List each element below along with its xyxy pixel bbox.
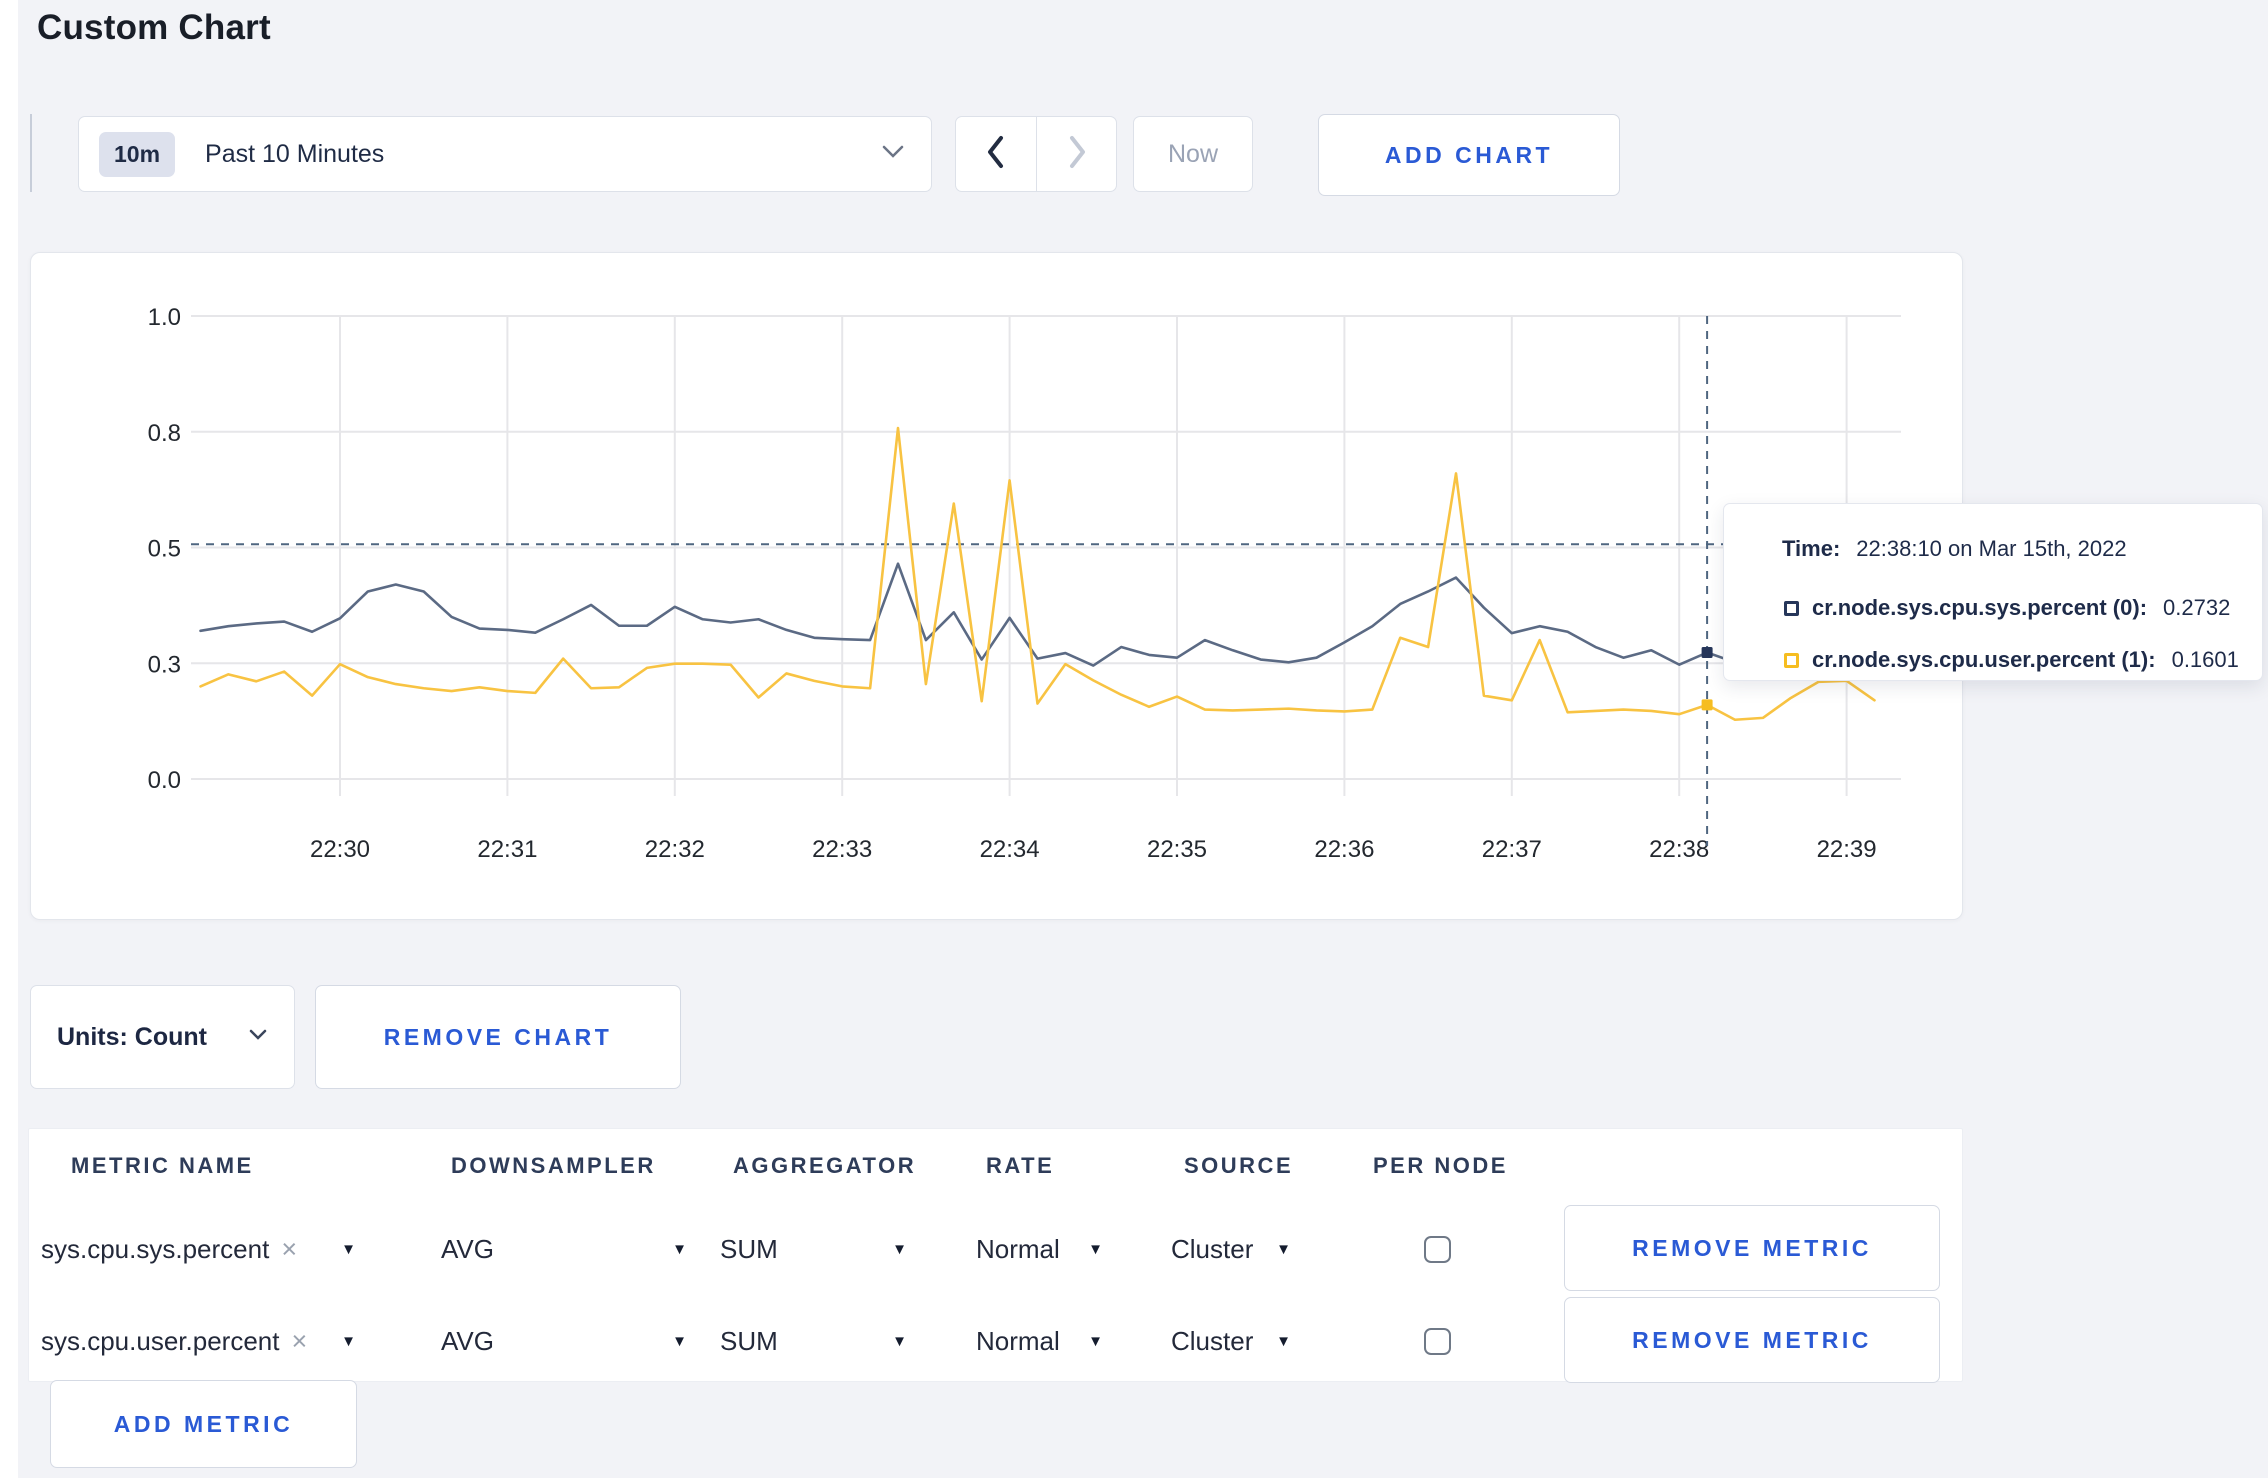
caret-down-icon: ▼ [341,1332,356,1350]
time-range-select[interactable]: 10m Past 10 Minutes [78,116,932,192]
remove-metric-button[interactable]: REMOVE METRIC [1564,1297,1940,1383]
chevron-right-icon [1065,134,1089,175]
now-button[interactable]: Now [1133,116,1253,192]
downsampler-select[interactable]: AVG ▼ [441,1205,687,1293]
time-pager [955,116,1117,192]
chart-card: 0.0 0.3 0.5 0.8 1.0 22:30 22:31 22:32 22:33 22:34… [30,252,1963,920]
units-label: Units: Count [57,1022,207,1051]
remove-chart-button[interactable]: REMOVE CHART [315,985,681,1089]
aggregator-value: SUM [720,1233,778,1264]
x-axis-tick-label: 22:33 [812,836,872,863]
metric-row: sys.cpu.user.percent × ▼ AVG ▼ SUM ▼ Nor… [29,1297,1962,1385]
series-line [199,562,1876,667]
rate-value: Normal [976,1233,1060,1264]
timeseries-chart[interactable]: 0.0 0.3 0.5 0.8 1.0 22:30 22:31 22:32 22:33 22:34… [31,253,1964,921]
aggregator-select[interactable]: SUM ▼ [720,1205,907,1293]
tooltip-series-label: cr.node.sys.cpu.user.percent (1): [1812,647,2156,672]
remove-metric-button[interactable]: REMOVE METRIC [1564,1205,1940,1291]
chevron-down-icon [248,1028,268,1047]
x-axis-tick-label: 22:34 [980,836,1040,863]
tooltip-series-label: cr.node.sys.cpu.sys.percent (0): [1812,595,2148,620]
tooltip-series-value: 0.1601 [2171,647,2239,672]
y-axis-tick-label: 0.5 [148,536,181,563]
metric-name-select[interactable]: sys.cpu.sys.percent × ▼ [41,1205,356,1293]
caret-down-icon: ▼ [672,1332,687,1350]
source-select[interactable]: Cluster ▼ [1171,1205,1291,1293]
source-value: Cluster [1171,1233,1254,1264]
x-axis-tick-label: 22:37 [1482,836,1542,863]
x-axis-tick-label: 22:39 [1817,836,1877,863]
y-axis-tick-label: 0.3 [148,651,181,678]
tooltip-series-value: 0.2732 [2163,595,2231,620]
chevron-down-icon [881,144,905,165]
caret-down-icon: ▼ [672,1240,687,1258]
series-user-swatch-icon [1784,652,1799,668]
x-axis-tick-label: 22:36 [1314,836,1374,863]
left-edge-strip [0,0,18,1478]
chart-hover-tooltip: Time: 22:38:10 on Mar 15th, 2022 cr.node… [1723,503,2263,681]
metric-name-select[interactable]: sys.cpu.user.percent × ▼ [41,1297,356,1385]
caret-down-icon: ▼ [1088,1240,1103,1258]
crosshair-point [1701,699,1713,711]
caret-down-icon: ▼ [892,1240,907,1258]
tooltip-time-label: Time: [1782,536,1841,561]
units-select[interactable]: Units: Count [30,985,295,1089]
x-axis-tick-label: 22:38 [1649,836,1709,863]
source-value: Cluster [1171,1325,1254,1356]
toolbar-divider [30,114,32,192]
x-axis-tick-label: 22:30 [310,836,370,863]
caret-down-icon: ▼ [1088,1332,1103,1350]
col-header-downsampler: DOWNSAMPLER [451,1153,656,1178]
time-range-badge: 10m [99,131,176,177]
metric-name-value: sys.cpu.user.percent [41,1325,280,1356]
rate-value: Normal [976,1325,1060,1356]
metrics-table: METRIC NAME DOWNSAMPLER AGGREGATOR RATE … [28,1128,1963,1385]
x-axis-tick-label: 22:35 [1147,836,1207,863]
y-axis-tick-label: 0.8 [148,420,181,447]
x-axis-tick-label: 22:32 [645,836,705,863]
series-sys-swatch-icon [1784,600,1799,616]
y-axis-tick-label: 1.0 [148,304,181,331]
caret-down-icon: ▼ [341,1240,356,1258]
downsampler-select[interactable]: AVG ▼ [441,1297,687,1385]
add-chart-button[interactable]: ADD CHART [1318,114,1620,196]
caret-down-icon: ▼ [1276,1240,1291,1258]
next-range-button[interactable] [1036,117,1116,191]
downsampler-value: AVG [441,1233,494,1264]
downsampler-value: AVG [441,1325,494,1356]
time-range-label: Past 10 Minutes [205,139,385,168]
crosshair-point [1701,647,1713,659]
metric-row: sys.cpu.sys.percent × ▼ AVG ▼ SUM ▼ Norm… [29,1205,1962,1293]
col-header-aggregator: AGGREGATOR [733,1153,917,1178]
col-header-per-node: PER NODE [1373,1153,1508,1178]
per-node-checkbox[interactable] [1424,1236,1451,1263]
per-node-checkbox[interactable] [1424,1328,1451,1355]
metric-name-value: sys.cpu.sys.percent [41,1233,270,1264]
tooltip-time-value: 22:38:10 on Mar 15th, 2022 [1856,536,2127,561]
metrics-table-header: METRIC NAME DOWNSAMPLER AGGREGATOR RATE … [29,1153,1962,1183]
x-axis-tick-label: 22:31 [477,836,537,863]
col-header-rate: RATE [986,1153,1055,1178]
rate-select[interactable]: Normal ▼ [976,1297,1103,1385]
y-axis-tick-label: 0.0 [148,767,181,794]
add-metric-button[interactable]: ADD METRIC [50,1380,357,1468]
aggregator-select[interactable]: SUM ▼ [720,1297,907,1385]
clear-metric-icon[interactable]: × [281,1234,297,1265]
series-line [199,426,1876,722]
col-header-metric-name: METRIC NAME [71,1153,254,1178]
clear-metric-icon[interactable]: × [291,1326,307,1357]
caret-down-icon: ▼ [1276,1332,1291,1350]
caret-down-icon: ▼ [892,1332,907,1350]
rate-select[interactable]: Normal ▼ [976,1205,1103,1293]
source-select[interactable]: Cluster ▼ [1171,1297,1291,1385]
prev-range-button[interactable] [956,117,1036,191]
col-header-source: SOURCE [1184,1153,1294,1178]
page-title: Custom Chart [37,8,271,47]
chevron-left-icon [984,134,1008,175]
aggregator-value: SUM [720,1325,778,1356]
